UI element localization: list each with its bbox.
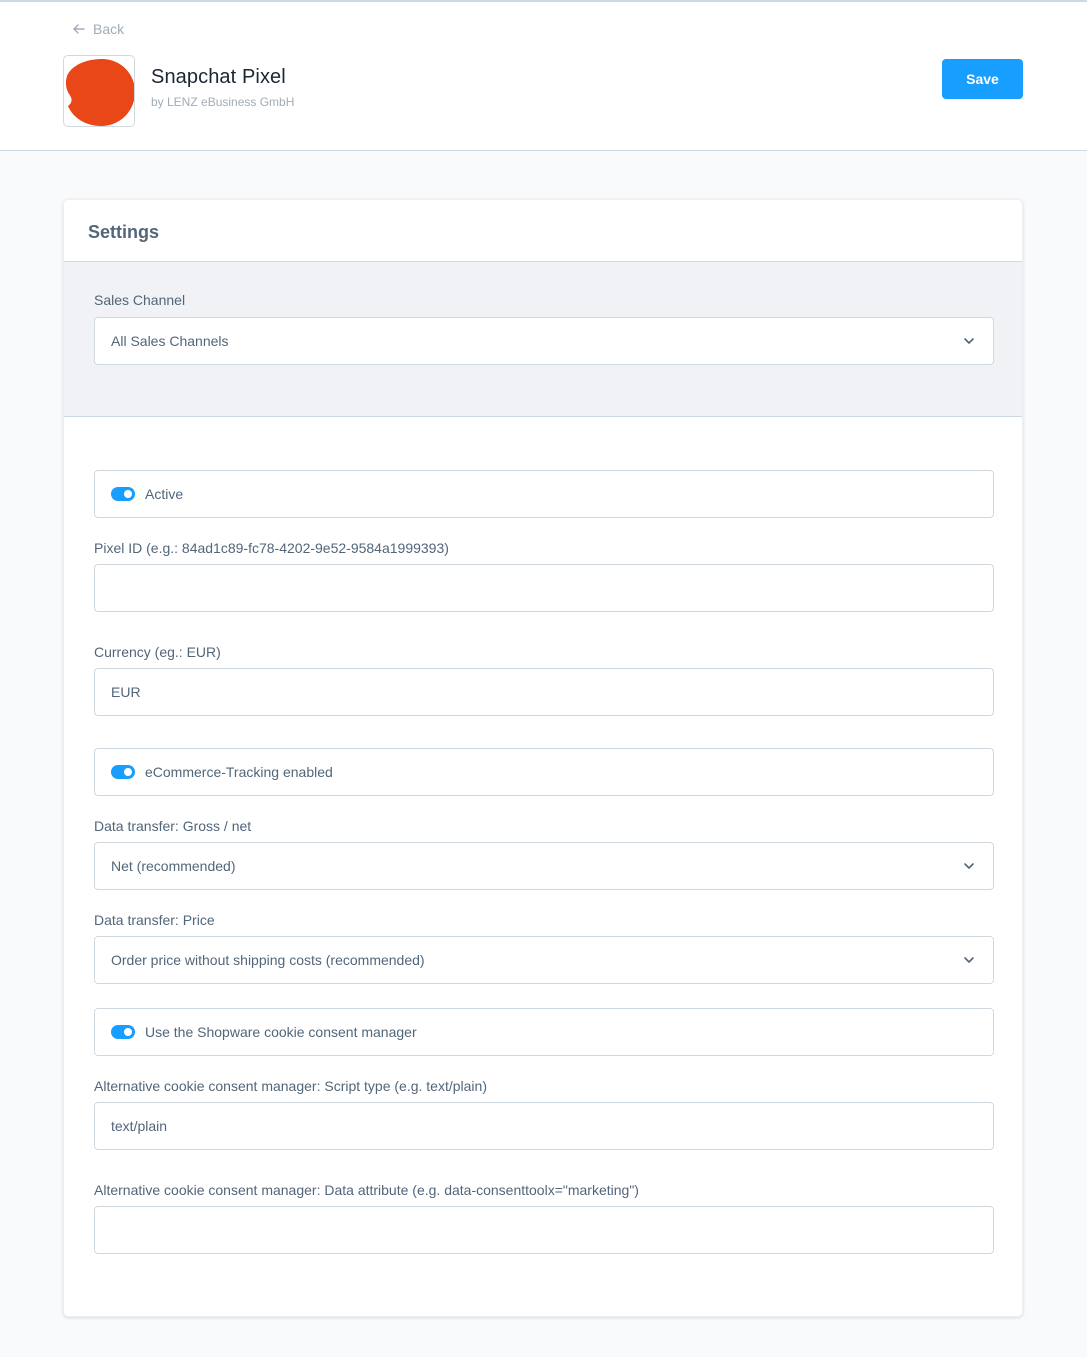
cookie-consent-switch[interactable] [111, 1025, 135, 1039]
chevron-down-icon [964, 863, 974, 869]
script-type-value: text/plain [111, 1118, 168, 1134]
ecommerce-tracking-switch[interactable] [111, 765, 135, 779]
script-type-input[interactable]: text/plain [94, 1102, 994, 1150]
data-attribute-label: Alternative cookie consent manager: Data… [94, 1182, 639, 1198]
settings-card: Settings Sales Channel All Sales Channel… [63, 199, 1023, 1317]
cookie-consent-label: Use the Shopware cookie consent manager [145, 1024, 417, 1040]
arrow-left-icon [73, 24, 85, 34]
back-label: Back [93, 21, 125, 37]
sales-channel-label: Sales Channel [94, 292, 186, 308]
script-type-label: Alternative cookie consent manager: Scri… [94, 1078, 487, 1094]
sales-channel-select[interactable]: All Sales Channels [94, 317, 994, 365]
gross-net-value: Net (recommended) [111, 858, 236, 874]
currency-value: EUR [111, 684, 141, 700]
page-header: Back Snapchat Pixel by LENZ eBusiness Gm… [0, 2, 1087, 151]
card-title: Settings [64, 200, 1022, 262]
chevron-down-icon [964, 338, 974, 344]
app-logo [63, 55, 135, 127]
app-title: Snapchat Pixel [151, 66, 286, 88]
sales-channel-area: Sales Channel All Sales Channels [64, 262, 1022, 417]
gross-net-label: Data transfer: Gross / net [94, 818, 252, 834]
cookie-consent-toggle-field[interactable]: Use the Shopware cookie consent manager [94, 1008, 994, 1056]
price-label: Data transfer: Price [94, 912, 215, 928]
ecommerce-tracking-toggle-field[interactable]: eCommerce-Tracking enabled [94, 748, 994, 796]
currency-input[interactable]: EUR [94, 668, 994, 716]
back-link[interactable]: Back [72, 20, 124, 38]
active-switch[interactable] [111, 487, 135, 501]
speech-bubble-icon [65, 59, 134, 126]
price-value: Order price without shipping costs (reco… [111, 952, 425, 968]
active-label: Active [145, 486, 184, 502]
price-select[interactable]: Order price without shipping costs (reco… [94, 936, 994, 984]
ecommerce-tracking-label: eCommerce-Tracking enabled [145, 764, 333, 780]
gross-net-select[interactable]: Net (recommended) [94, 842, 994, 890]
currency-label: Currency (eg.: EUR) [94, 644, 221, 660]
pixel-id-input[interactable] [94, 564, 994, 612]
active-toggle-field[interactable]: Active [94, 470, 994, 518]
data-attribute-input[interactable] [94, 1206, 994, 1254]
app-vendor: by LENZ eBusiness GmbH [151, 95, 295, 109]
chevron-down-icon [964, 957, 974, 963]
save-button[interactable]: Save [942, 59, 1023, 99]
sales-channel-value: All Sales Channels [111, 333, 229, 349]
pixel-id-label: Pixel ID (e.g.: 84ad1c89-fc78-4202-9e52-… [94, 540, 449, 556]
